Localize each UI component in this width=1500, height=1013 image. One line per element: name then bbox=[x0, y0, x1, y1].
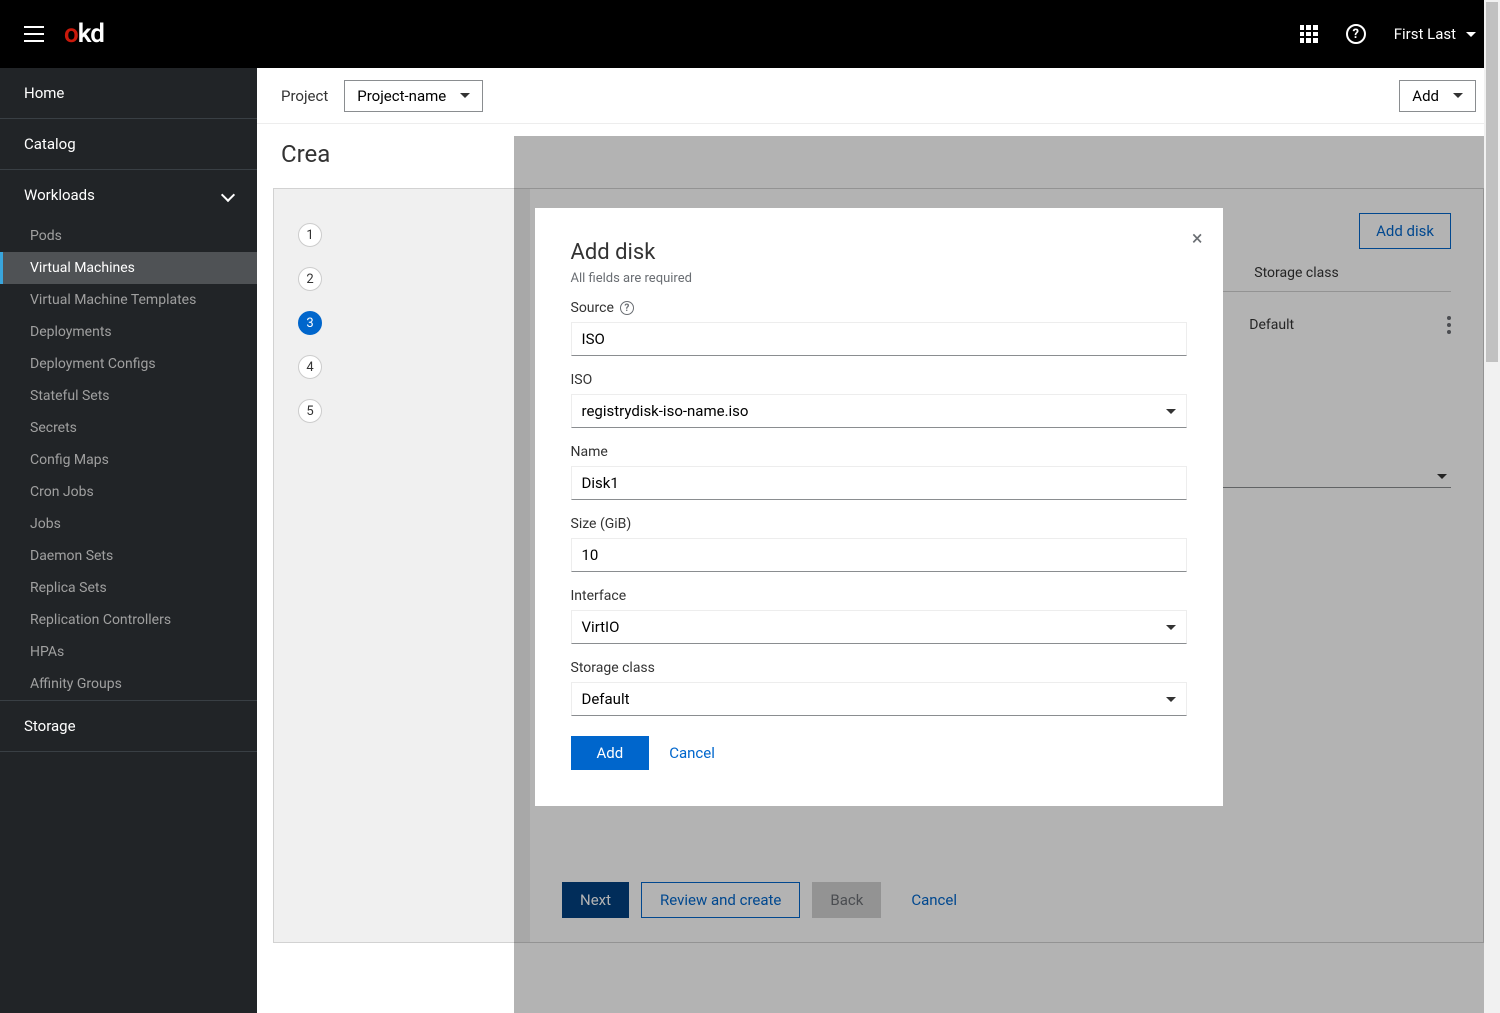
header-left: okd bbox=[24, 19, 104, 49]
nav-deployment-configs[interactable]: Deployment Configs bbox=[0, 348, 257, 380]
storage-class-select[interactable]: Default bbox=[571, 682, 1187, 716]
nav-storage[interactable]: Storage bbox=[0, 701, 257, 751]
nav-cron-jobs[interactable]: Cron Jobs bbox=[0, 476, 257, 508]
nav-virtual-machines[interactable]: Virtual Machines bbox=[0, 252, 257, 284]
help-icon[interactable]: ? bbox=[1346, 24, 1366, 44]
wizard-step-3[interactable]: 3 bbox=[274, 301, 530, 345]
nav-stateful-sets[interactable]: Stateful Sets bbox=[0, 380, 257, 412]
wizard-step-4[interactable]: 4 bbox=[274, 345, 530, 389]
chevron-down-icon bbox=[221, 188, 235, 202]
storage-class-label: Storage class bbox=[571, 660, 1187, 676]
top-header: okd ? First Last bbox=[0, 0, 1500, 68]
project-dropdown[interactable]: Project-name bbox=[344, 80, 483, 112]
close-icon[interactable]: × bbox=[1192, 226, 1203, 250]
name-label: Name bbox=[571, 444, 1187, 460]
nav-home[interactable]: Home bbox=[0, 68, 257, 118]
toolbar: Project Project-name Add bbox=[257, 68, 1500, 124]
iso-label: ISO bbox=[571, 372, 1187, 388]
source-input[interactable] bbox=[571, 322, 1187, 356]
header-right: ? First Last bbox=[1300, 24, 1476, 44]
modal-add-button[interactable]: Add bbox=[571, 736, 650, 770]
wizard-step-1[interactable]: 1 bbox=[274, 213, 530, 257]
nav-deployments[interactable]: Deployments bbox=[0, 316, 257, 348]
apps-grid-icon[interactable] bbox=[1300, 25, 1318, 43]
user-name: First Last bbox=[1394, 25, 1456, 43]
nav-replication-controllers[interactable]: Replication Controllers bbox=[0, 604, 257, 636]
wizard-step-2[interactable]: 2 bbox=[274, 257, 530, 301]
main-content: Project Project-name Add Crea 1 2 3 4 5 bbox=[257, 68, 1500, 1013]
nav-affinity-groups[interactable]: Affinity Groups bbox=[0, 668, 257, 700]
okd-logo: okd bbox=[64, 19, 104, 49]
wizard-steps-sidebar: 1 2 3 4 5 bbox=[274, 189, 530, 942]
caret-down-icon bbox=[1166, 625, 1176, 630]
iso-select[interactable]: registrydisk-iso-name.iso bbox=[571, 394, 1187, 428]
nav-config-maps[interactable]: Config Maps bbox=[0, 444, 257, 476]
add-label: Add bbox=[1412, 87, 1439, 105]
navigation-sidebar: Home Catalog Workloads Pods Virtual Mach… bbox=[0, 68, 257, 1013]
nav-catalog[interactable]: Catalog bbox=[0, 119, 257, 169]
nav-daemon-sets[interactable]: Daemon Sets bbox=[0, 540, 257, 572]
caret-down-icon bbox=[1166, 409, 1176, 414]
interface-label: Interface bbox=[571, 588, 1187, 604]
project-value: Project-name bbox=[357, 87, 446, 105]
nav-secrets[interactable]: Secrets bbox=[0, 412, 257, 444]
size-label: Size (GiB) bbox=[571, 516, 1187, 532]
add-disk-modal: × Add disk All fields are required Sourc… bbox=[535, 208, 1223, 806]
nav-replica-sets[interactable]: Replica Sets bbox=[0, 572, 257, 604]
name-input[interactable] bbox=[571, 466, 1187, 500]
help-icon[interactable]: ? bbox=[620, 301, 634, 315]
logo-kd: kd bbox=[78, 19, 104, 49]
logo-o: o bbox=[64, 19, 78, 49]
nav-hpas[interactable]: HPAs bbox=[0, 636, 257, 668]
modal-subtitle: All fields are required bbox=[571, 271, 1187, 286]
nav-pods[interactable]: Pods bbox=[0, 220, 257, 252]
wizard-step-5[interactable]: 5 bbox=[274, 389, 530, 433]
caret-down-icon bbox=[1453, 93, 1463, 98]
project-label: Project bbox=[281, 87, 328, 105]
caret-down-icon bbox=[460, 93, 470, 98]
scrollbar-thumb[interactable] bbox=[1486, 2, 1498, 362]
caret-down-icon bbox=[1166, 697, 1176, 702]
modal-footer: Add Cancel bbox=[571, 736, 1187, 770]
caret-down-icon bbox=[1466, 32, 1476, 37]
nav-workloads[interactable]: Workloads bbox=[0, 170, 257, 220]
add-dropdown[interactable]: Add bbox=[1399, 80, 1476, 112]
user-menu[interactable]: First Last bbox=[1394, 25, 1476, 43]
hamburger-menu-icon[interactable] bbox=[24, 26, 44, 42]
source-label: Source ? bbox=[571, 300, 1187, 316]
size-input[interactable] bbox=[571, 538, 1187, 572]
interface-select[interactable]: VirtIO bbox=[571, 610, 1187, 644]
modal-cancel-button[interactable]: Cancel bbox=[669, 744, 715, 762]
nav-vm-templates[interactable]: Virtual Machine Templates bbox=[0, 284, 257, 316]
scrollbar-track[interactable] bbox=[1484, 0, 1500, 1013]
nav-jobs[interactable]: Jobs bbox=[0, 508, 257, 540]
project-section: Project Project-name bbox=[281, 80, 483, 112]
modal-title: Add disk bbox=[571, 240, 1187, 265]
